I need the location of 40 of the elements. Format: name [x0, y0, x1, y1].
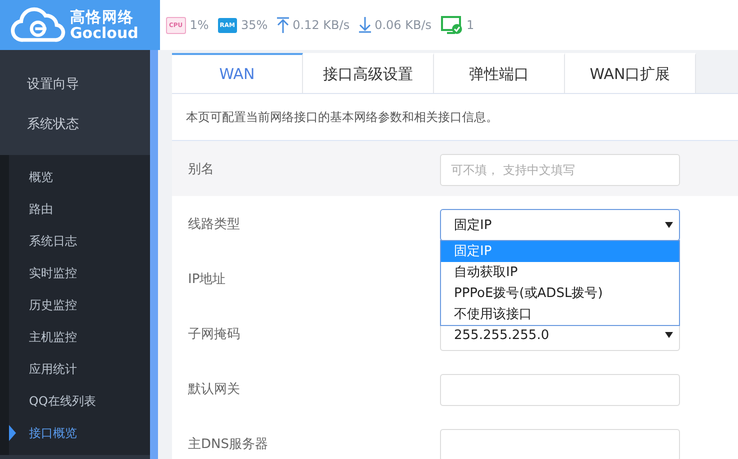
- status-value: 1%: [190, 18, 209, 32]
- sidebar-item[interactable]: 系统日志: [9, 225, 150, 257]
- status-value: 0.06 KB/s: [374, 18, 432, 32]
- upload-arrow-icon: [276, 17, 289, 33]
- sidebar-item[interactable]: 实时监控: [9, 257, 150, 289]
- input-field[interactable]: 可不填， 支持中文填写: [440, 154, 680, 186]
- monitor-check-icon: [440, 16, 463, 34]
- status-value: 0.12 KB/s: [292, 18, 350, 32]
- tab[interactable]: 弹性端口: [434, 53, 565, 93]
- download-arrow-icon: [358, 17, 371, 33]
- sidebar-item[interactable]: 应用统计: [9, 353, 150, 385]
- field-label: 主DNS服务器: [187, 436, 269, 453]
- field-label: 别名: [187, 161, 215, 178]
- field-label: 线路类型: [187, 216, 241, 233]
- sidebar-item[interactable]: 设置向导: [0, 65, 150, 105]
- sidebar-item[interactable]: 路由: [9, 193, 150, 225]
- cloud-logo-icon: [10, 6, 66, 44]
- sidebar-item[interactable]: QQ在线列表: [9, 385, 150, 417]
- dropdown-option[interactable]: PPPoE拨号(或ADSL拨号): [441, 283, 679, 304]
- selection-pointer-icon: [9, 425, 16, 441]
- input-field[interactable]: [440, 429, 680, 459]
- caret-icon: [665, 332, 673, 338]
- tab[interactable]: WAN: [172, 53, 303, 93]
- tab[interactable]: WAN口扩展: [565, 53, 696, 93]
- sidebar-item[interactable]: 主机监控: [9, 321, 150, 353]
- dropdown-option[interactable]: 自动获取IP: [441, 262, 679, 283]
- input-field[interactable]: [440, 374, 680, 406]
- field-label: 默认网关: [187, 381, 241, 398]
- logo-name: 高恪网络: [70, 8, 135, 25]
- sidebar-item[interactable]: 概览: [9, 161, 150, 193]
- status-value: 35%: [240, 18, 268, 32]
- status-value: 1: [466, 18, 474, 32]
- field-label: 子网掩码: [187, 326, 241, 343]
- field-label: IP地址: [187, 271, 227, 288]
- tab[interactable]: 接口高级设置: [303, 53, 434, 93]
- sidebar-item[interactable]: 系统状态: [0, 105, 150, 145]
- logo-brand: Gocloud: [70, 25, 138, 42]
- sidebar-item[interactable]: 历史监控: [9, 289, 150, 321]
- sidebar-item[interactable]: 接口概览: [9, 417, 150, 449]
- caret-icon: [665, 222, 673, 228]
